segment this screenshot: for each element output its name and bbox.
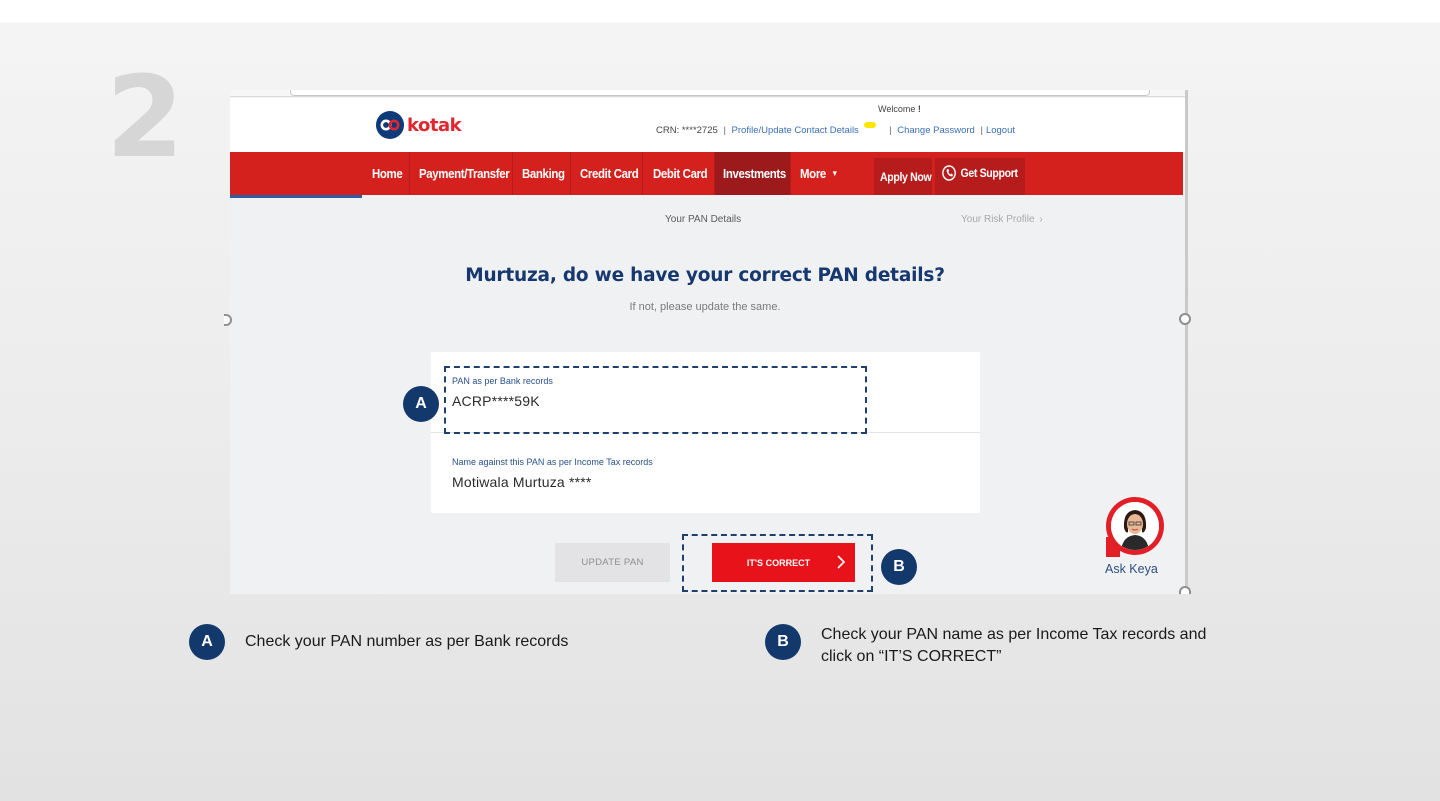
- keya-avatar-ring: [1106, 497, 1164, 555]
- page-subtext: If not, please update the same.: [629, 301, 781, 313]
- caption-marker-a: A: [189, 624, 225, 660]
- welcome-text: Welcome !: [878, 104, 921, 114]
- caption-b-line2: click on “IT’S CORRECT”: [821, 648, 1002, 665]
- address-bar[interactable]: [290, 90, 1150, 96]
- logout-link[interactable]: Logout: [986, 125, 1015, 136]
- caption-a: Check your PAN number as per Bank record…: [245, 633, 569, 650]
- ask-keya-chatbot[interactable]: Ask Keya: [1105, 497, 1171, 577]
- nav-home[interactable]: Home: [372, 152, 403, 195]
- profile-update-link[interactable]: Profile/Update Contact Details: [732, 125, 859, 136]
- page-question: Murtuza, do we have your correct PAN det…: [465, 265, 945, 286]
- caption-b-line1: Check your PAN name as per Income Tax re…: [821, 626, 1207, 643]
- crn-text: CRN: ****2725: [656, 125, 718, 136]
- resize-handle-right: [1179, 313, 1191, 325]
- caption-b: Check your PAN name as per Income Tax re…: [821, 624, 1206, 668]
- get-support-content: Get Support: [942, 154, 1018, 191]
- site-header: kotak Welcome ! CRN: ****2725 | Profile/…: [230, 98, 1185, 152]
- window-edge: [1185, 90, 1188, 594]
- get-support-label: Get Support: [960, 165, 1018, 180]
- nav-credit-card[interactable]: Credit Card: [580, 152, 639, 195]
- nav-banking[interactable]: Banking: [522, 152, 565, 195]
- step-current: Your PAN Details: [665, 214, 742, 225]
- welcome-label: Welcome: [878, 104, 916, 114]
- apply-now-label: Apply Now: [880, 169, 932, 184]
- kotak-logo[interactable]: kotak: [376, 111, 462, 139]
- change-password-link[interactable]: Change Password: [897, 125, 975, 136]
- nav-payment-transfer[interactable]: Payment/Transfer: [419, 152, 510, 195]
- ask-keya-label: Ask Keya: [1105, 562, 1158, 576]
- account-links: CRN: ****2725 | Profile/Update Contact D…: [656, 122, 1015, 136]
- marker-a: A: [403, 386, 439, 422]
- browser-chrome: [230, 90, 1188, 97]
- name-label: Name against this PAN as per Income Tax …: [452, 457, 653, 467]
- marker-b: B: [881, 549, 917, 585]
- nav-more[interactable]: More ▼: [800, 152, 838, 195]
- logo-wordmark: kotak: [407, 114, 462, 136]
- caret-down-icon: ▼: [831, 169, 838, 178]
- progress-underline: [230, 195, 362, 198]
- nav-investments[interactable]: Investments: [723, 152, 786, 195]
- highlight-box-b: [682, 534, 873, 592]
- bank-screenshot: kotak Welcome ! CRN: ****2725 | Profile/…: [230, 90, 1188, 594]
- main-nav: Home Payment/Transfer Banking Credit Car…: [230, 152, 1183, 195]
- kotak-infinity-icon: [376, 111, 404, 139]
- name-value: Motiwala Murtuza ****: [452, 474, 592, 490]
- step-number: 2: [106, 53, 184, 183]
- new-badge: [864, 122, 877, 128]
- phone-icon: [942, 164, 956, 181]
- highlight-box-a: [444, 366, 867, 434]
- nav-debit-card[interactable]: Debit Card: [653, 152, 708, 195]
- step-next-label: Your Risk Profile: [961, 214, 1035, 225]
- chevron-right-icon: ›: [1039, 214, 1043, 225]
- update-pan-button[interactable]: UPDATE PAN: [555, 543, 670, 582]
- resize-handle-corner: [1179, 586, 1191, 594]
- nav-more-label: More: [800, 166, 826, 181]
- step-next[interactable]: Your Risk Profile ›: [961, 214, 1043, 225]
- welcome-name: !: [917, 104, 921, 114]
- keya-avatar: [1111, 502, 1159, 550]
- caption-marker-b: B: [765, 624, 801, 660]
